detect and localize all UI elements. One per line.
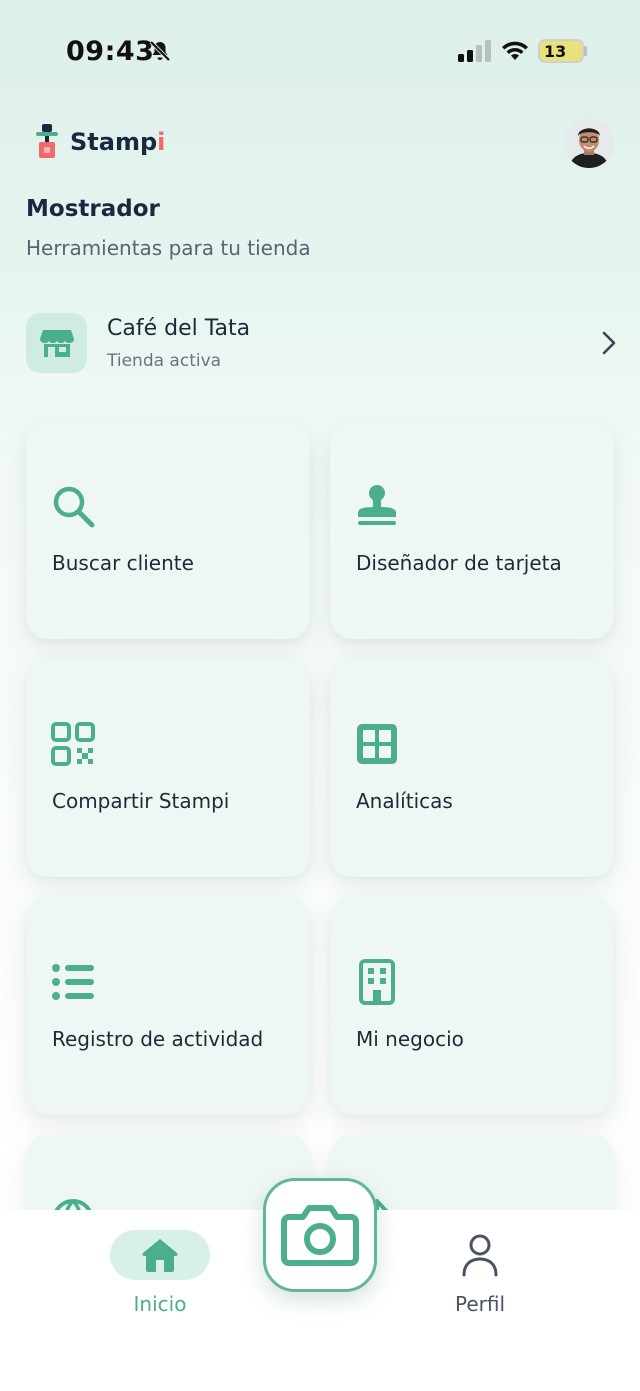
- list-icon: [52, 964, 94, 1000]
- store-icon: [39, 330, 74, 357]
- nav-profile-button[interactable]: [455, 1232, 505, 1278]
- tool-label: Diseñador de tarjeta: [356, 551, 562, 575]
- wifi-icon: [502, 41, 528, 60]
- user-icon: [462, 1234, 498, 1277]
- tool-label: Analíticas: [356, 789, 453, 813]
- battery-indicator: 13: [538, 39, 584, 63]
- home-icon: [142, 1239, 178, 1272]
- camera-button-inner: [272, 1187, 368, 1283]
- tool-label: Compartir Stampi: [52, 789, 230, 813]
- avatar-photo: [564, 118, 614, 168]
- active-store-selector[interactable]: Café del Tata Tienda activa: [26, 308, 620, 378]
- profile-avatar[interactable]: [564, 118, 614, 168]
- nav-home-button[interactable]: [110, 1230, 210, 1280]
- chevron-right-icon: [602, 331, 616, 355]
- nav-profile-label[interactable]: Perfil: [430, 1292, 530, 1316]
- tool-card-buscar-cliente[interactable]: Buscar cliente: [26, 421, 310, 639]
- cellular-signal-icon: [458, 40, 491, 62]
- nav-home-label[interactable]: Inicio: [110, 1292, 210, 1316]
- store-name: Café del Tata: [107, 315, 251, 341]
- brand-name: Stampi: [70, 128, 165, 156]
- camera-icon: [281, 1205, 359, 1266]
- tool-card-compartir-stampi[interactable]: Compartir Stampi: [26, 659, 310, 877]
- tool-card-mi-negocio[interactable]: Mi negocio: [330, 897, 614, 1115]
- stampi-logo-icon: [36, 124, 58, 158]
- qr-code-icon: [51, 722, 95, 766]
- tool-card-registro-actividad[interactable]: Registro de actividad: [26, 897, 310, 1115]
- page-title: Mostrador: [26, 196, 160, 222]
- scan-camera-button[interactable]: [263, 1178, 377, 1292]
- brand-name-main: Stamp: [70, 128, 158, 156]
- store-text: Café del Tata Tienda activa: [107, 316, 250, 371]
- brand-name-accent: i: [157, 128, 166, 156]
- tool-card-analiticas[interactable]: Analíticas: [330, 659, 614, 877]
- bell-muted-icon: [149, 40, 171, 62]
- page-subtitle: Herramientas para tu tienda: [26, 236, 311, 260]
- stamp-icon: [358, 485, 396, 525]
- store-status: Tienda activa: [107, 350, 222, 371]
- store-icon-box: [26, 313, 87, 373]
- brand-logo: Stampi: [34, 124, 165, 160]
- battery-tip: [584, 46, 587, 56]
- status-bar: 09:43 13: [0, 0, 640, 100]
- status-time: 09:43: [66, 36, 155, 67]
- tool-card-disenador-tarjeta[interactable]: Diseñador de tarjeta: [330, 421, 614, 639]
- tool-label: Registro de actividad: [52, 1027, 264, 1051]
- battery-level: 13: [544, 42, 567, 61]
- tool-label: Mi negocio: [356, 1027, 464, 1051]
- building-icon: [359, 959, 395, 1005]
- grid-icon: [357, 724, 397, 764]
- tool-label: Buscar cliente: [52, 551, 194, 575]
- search-icon: [53, 486, 95, 528]
